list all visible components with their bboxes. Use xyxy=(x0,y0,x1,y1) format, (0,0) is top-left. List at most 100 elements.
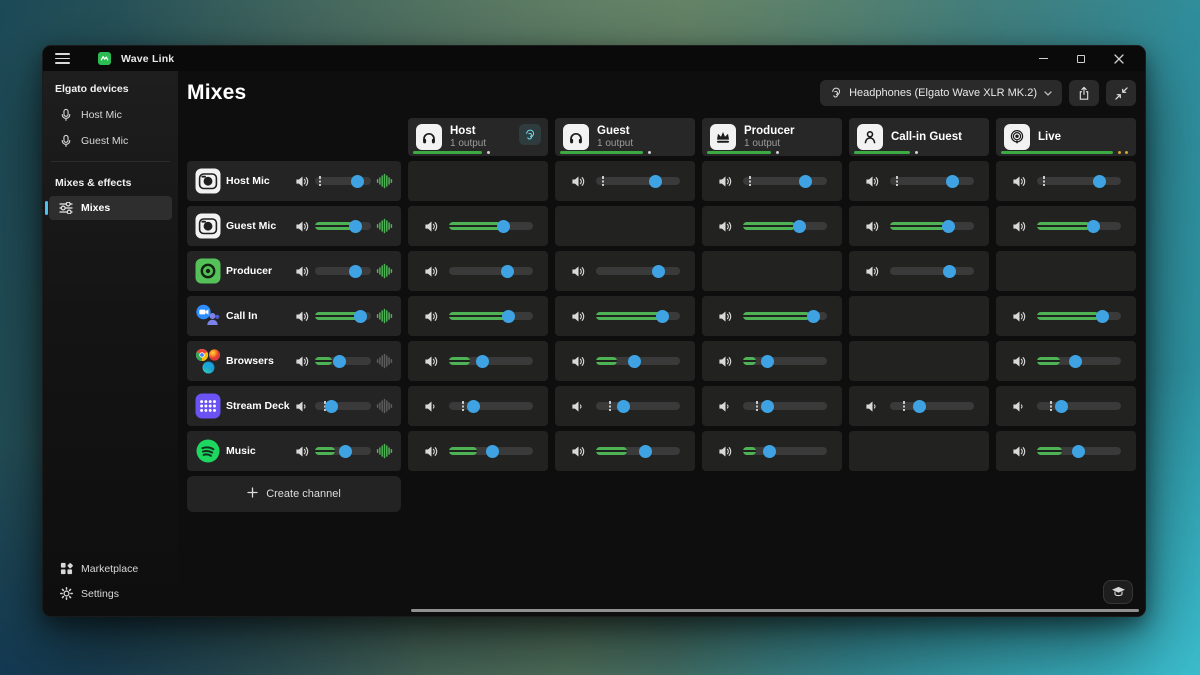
volume-high-icon[interactable] xyxy=(424,444,440,459)
cell-stream-deck-live[interactable] xyxy=(996,386,1136,426)
volume-high-icon[interactable] xyxy=(865,174,881,189)
slider-knob[interactable] xyxy=(942,220,955,233)
volume-slider[interactable] xyxy=(890,265,974,278)
volume-slider[interactable] xyxy=(743,445,827,458)
collapse-button[interactable] xyxy=(1106,80,1136,106)
volume-high-icon[interactable] xyxy=(1012,354,1028,369)
slider-knob[interactable] xyxy=(617,400,630,413)
volume-high-icon[interactable] xyxy=(865,219,881,234)
volume-slider[interactable] xyxy=(449,265,533,278)
volume-high-icon[interactable] xyxy=(1012,444,1028,459)
volume-slider[interactable] xyxy=(449,310,533,323)
slider-knob[interactable] xyxy=(639,445,652,458)
cell-guest-mic-call-in-guest[interactable] xyxy=(849,206,989,246)
cell-browsers-producer[interactable] xyxy=(702,341,842,381)
slider-knob[interactable] xyxy=(1055,400,1068,413)
slider-knob[interactable] xyxy=(807,310,820,323)
volume-low-icon[interactable] xyxy=(294,399,310,414)
sidebar-item-host-mic[interactable]: Host Mic xyxy=(49,102,172,128)
sidebar-item-settings[interactable]: Settings xyxy=(49,581,172,606)
cell-host-mic-producer[interactable] xyxy=(702,161,842,201)
slider-knob[interactable] xyxy=(656,310,669,323)
slider-knob[interactable] xyxy=(501,265,514,278)
cell-producer-guest[interactable] xyxy=(555,251,695,291)
volume-slider[interactable] xyxy=(315,400,371,413)
volume-high-icon[interactable] xyxy=(294,264,310,279)
cell-stream-deck-call-in-guest[interactable] xyxy=(849,386,989,426)
cell-music-live[interactable] xyxy=(996,431,1136,471)
output-device-select[interactable]: Headphones (Elgato Wave XLR MK.2) xyxy=(820,80,1062,106)
volume-high-icon[interactable] xyxy=(718,174,734,189)
volume-high-icon[interactable] xyxy=(294,174,310,189)
cell-music-producer[interactable] xyxy=(702,431,842,471)
volume-high-icon[interactable] xyxy=(294,219,310,234)
volume-slider[interactable] xyxy=(315,355,371,368)
slider-knob[interactable] xyxy=(946,175,959,188)
cell-call-in-host[interactable] xyxy=(408,296,548,336)
volume-slider[interactable] xyxy=(315,265,371,278)
slider-knob[interactable] xyxy=(761,355,774,368)
volume-slider[interactable] xyxy=(1037,355,1121,368)
volume-slider[interactable] xyxy=(1037,400,1121,413)
volume-slider[interactable] xyxy=(890,400,974,413)
slider-knob[interactable] xyxy=(799,175,812,188)
volume-high-icon[interactable] xyxy=(571,354,587,369)
volume-slider[interactable] xyxy=(596,400,680,413)
volume-slider[interactable] xyxy=(743,175,827,188)
channel-browsers[interactable]: Browsers xyxy=(187,341,401,381)
effects-wave-icon[interactable] xyxy=(376,173,393,189)
volume-slider[interactable] xyxy=(449,445,533,458)
mix-header-producer[interactable]: Producer1 output xyxy=(702,118,842,156)
slider-knob[interactable] xyxy=(502,310,515,323)
mix-header-call-in-guest[interactable]: Call-in Guest xyxy=(849,118,989,156)
cell-browsers-live[interactable] xyxy=(996,341,1136,381)
effects-wave-icon[interactable] xyxy=(376,398,393,414)
volume-high-icon[interactable] xyxy=(571,264,587,279)
volume-high-icon[interactable] xyxy=(1012,174,1028,189)
slider-knob[interactable] xyxy=(349,265,362,278)
cell-music-host[interactable] xyxy=(408,431,548,471)
slider-knob[interactable] xyxy=(486,445,499,458)
volume-slider[interactable] xyxy=(1037,220,1121,233)
volume-high-icon[interactable] xyxy=(571,174,587,189)
slider-knob[interactable] xyxy=(1069,355,1082,368)
cell-stream-deck-producer[interactable] xyxy=(702,386,842,426)
tutorial-button[interactable] xyxy=(1103,580,1133,604)
volume-high-icon[interactable] xyxy=(718,219,734,234)
effects-wave-icon[interactable] xyxy=(376,308,393,324)
effects-wave-icon[interactable] xyxy=(376,218,393,234)
volume-high-icon[interactable] xyxy=(294,444,310,459)
volume-low-icon[interactable] xyxy=(1012,399,1028,414)
volume-high-icon[interactable] xyxy=(424,264,440,279)
volume-slider[interactable] xyxy=(449,355,533,368)
effects-wave-icon[interactable] xyxy=(376,443,393,459)
sidebar-item-marketplace[interactable]: Marketplace xyxy=(49,556,172,581)
channel-producer[interactable]: Producer xyxy=(187,251,401,291)
sidebar-item-mixes[interactable]: Mixes xyxy=(49,196,172,220)
volume-low-icon[interactable] xyxy=(424,399,440,414)
cell-guest-mic-producer[interactable] xyxy=(702,206,842,246)
slider-knob[interactable] xyxy=(652,265,665,278)
minimize-button[interactable] xyxy=(1029,49,1057,69)
slider-knob[interactable] xyxy=(793,220,806,233)
volume-high-icon[interactable] xyxy=(294,354,310,369)
slider-knob[interactable] xyxy=(763,445,776,458)
cell-host-mic-guest[interactable] xyxy=(555,161,695,201)
cell-browsers-host[interactable] xyxy=(408,341,548,381)
volume-low-icon[interactable] xyxy=(571,399,587,414)
volume-slider[interactable] xyxy=(743,400,827,413)
sidebar-item-guest-mic[interactable]: Guest Mic xyxy=(49,128,172,154)
cell-host-mic-live[interactable] xyxy=(996,161,1136,201)
mix-header-host[interactable]: Host1 output xyxy=(408,118,548,156)
volume-high-icon[interactable] xyxy=(571,309,587,324)
volume-slider[interactable] xyxy=(1037,310,1121,323)
slider-knob[interactable] xyxy=(1096,310,1109,323)
volume-high-icon[interactable] xyxy=(294,309,310,324)
slider-knob[interactable] xyxy=(913,400,926,413)
channel-stream-deck[interactable]: Stream Deck xyxy=(187,386,401,426)
volume-slider[interactable] xyxy=(1037,445,1121,458)
close-button[interactable] xyxy=(1105,49,1133,69)
slider-knob[interactable] xyxy=(761,400,774,413)
effects-wave-icon[interactable] xyxy=(376,353,393,369)
volume-high-icon[interactable] xyxy=(571,444,587,459)
